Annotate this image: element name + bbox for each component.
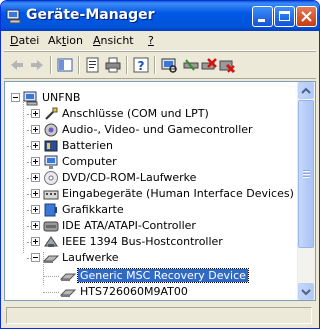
battery-icon <box>44 140 58 152</box>
title-bar[interactable]: Geräte-Manager <box>1 1 319 31</box>
ide-controller-icon <box>43 221 59 232</box>
maximize-icon <box>279 11 290 21</box>
scan-hardware-icon[interactable] <box>160 56 178 74</box>
device-manager-window: Geräte-Manager Datei Aktion Ansicht ? ? <box>0 0 320 329</box>
expand-toggle[interactable] <box>31 125 40 134</box>
tree-category-label: IEEE 1394 Bus-Hostcontroller <box>62 235 223 248</box>
speaker-icon <box>44 123 58 137</box>
help-icon[interactable]: ? <box>132 56 150 74</box>
toolbar-separator <box>78 56 79 74</box>
cdrom-icon <box>44 171 58 185</box>
tree-category-label: IDE ATA/ATAPI-Controller <box>62 219 196 232</box>
tree-root[interactable]: UNFNB <box>5 90 301 106</box>
tree-device-label: HTS726060M9AT00 <box>80 285 188 298</box>
collapse-toggle[interactable] <box>11 93 20 102</box>
close-button[interactable] <box>296 6 317 27</box>
update-driver-icon[interactable] <box>182 56 200 74</box>
tree-device-item[interactable]: HTS726060M9AT00 <box>5 284 301 300</box>
status-bar <box>4 304 316 326</box>
computer-icon <box>23 91 38 106</box>
properties-icon[interactable] <box>84 56 102 74</box>
tree-category-label: Anschlüsse (COM und LPT) <box>62 107 209 120</box>
tree-category-label: Eingabegeräte (Human Interface Devices) <box>62 187 294 200</box>
thumb-grip <box>303 173 310 174</box>
vertical-scrollbar[interactable] <box>297 82 315 300</box>
svg-text:?: ? <box>138 59 145 73</box>
toolbar-separator <box>50 56 51 74</box>
thumb-grip <box>303 176 310 177</box>
tree-category[interactable]: Batterien <box>5 138 301 154</box>
minimize-icon <box>258 19 265 22</box>
window-title: Geräte-Manager <box>26 7 155 23</box>
device-tree[interactable]: UNFNB Anschlüsse (COM und LPT) Audio-, V… <box>4 81 316 301</box>
expand-toggle[interactable] <box>31 141 40 150</box>
uninstall-icon[interactable] <box>200 56 218 74</box>
tree-category-expanded[interactable]: Laufwerke <box>5 250 301 266</box>
expand-toggle[interactable] <box>31 237 40 246</box>
tree-device-label-selected: Generic MSC Recovery Device <box>77 268 249 283</box>
expand-toggle[interactable] <box>31 173 40 182</box>
maximize-button[interactable] <box>274 6 295 27</box>
tree-category[interactable]: IEEE 1394 Bus-Hostcontroller <box>5 234 301 250</box>
scroll-thumb[interactable] <box>298 100 314 248</box>
menu-bar: Datei Aktion Ansicht ? <box>4 31 316 51</box>
tree-root-label: UNFNB <box>42 91 81 104</box>
collapse-toggle[interactable] <box>31 253 40 262</box>
tree-category-label: Computer <box>62 155 117 168</box>
tree-category[interactable]: Grafikkarte <box>5 202 301 218</box>
tree-category[interactable]: Anschlüsse (COM und LPT) <box>5 106 301 122</box>
device-manager-icon <box>6 9 21 24</box>
expand-toggle[interactable] <box>31 109 40 118</box>
print-icon[interactable] <box>104 56 122 74</box>
status-panel <box>6 307 312 324</box>
scroll-up-button[interactable] <box>298 82 314 99</box>
expand-toggle[interactable] <box>31 189 40 198</box>
chevron-down-icon <box>301 289 311 296</box>
expand-toggle[interactable] <box>31 157 40 166</box>
chevron-up-icon <box>301 87 311 94</box>
minimize-button[interactable] <box>252 6 273 27</box>
tree-category-label: Grafikkarte <box>62 203 124 216</box>
display-adapter-icon <box>44 203 57 217</box>
menu-help[interactable]: ? <box>148 34 154 47</box>
toolbar: ? <box>4 52 316 79</box>
expand-toggle[interactable] <box>31 221 40 230</box>
disk-drive-icon <box>60 289 76 297</box>
tree-connector <box>43 276 59 277</box>
toolbar-separator <box>154 56 155 74</box>
tree-device-item[interactable]: Generic MSC Recovery Device <box>5 268 301 284</box>
toolbar-separator <box>126 56 127 74</box>
tree-category[interactable]: DVD/CD-ROM-Laufwerke <box>5 170 301 186</box>
port-icon <box>45 107 58 120</box>
disable-device-icon[interactable] <box>218 56 236 74</box>
menu-aktion[interactable]: Aktion <box>48 34 83 47</box>
back-icon[interactable] <box>8 56 26 74</box>
hid-icon <box>43 190 59 200</box>
tree-category[interactable]: Eingabegeräte (Human Interface Devices) <box>5 186 301 202</box>
tree-category-label: Laufwerke <box>62 251 119 264</box>
thumb-grip <box>303 170 310 171</box>
scroll-down-button[interactable] <box>298 283 314 300</box>
menu-ansicht[interactable]: Ansicht <box>93 34 134 47</box>
expand-toggle[interactable] <box>31 205 40 214</box>
show-hide-tree-icon[interactable] <box>56 56 74 74</box>
tree-category[interactable]: Computer <box>5 154 301 170</box>
tree-category-label: Batterien <box>62 139 113 152</box>
tree-category[interactable]: Audio-, Video- und Gamecontroller <box>5 122 301 138</box>
close-icon <box>301 11 312 22</box>
tree-category[interactable]: IDE ATA/ATAPI-Controller <box>5 218 301 234</box>
tree-category-label: DVD/CD-ROM-Laufwerke <box>62 171 197 184</box>
computer-icon <box>44 155 58 169</box>
tree-connector <box>43 292 59 293</box>
menu-datei[interactable]: Datei <box>10 34 39 47</box>
disk-drive-icon <box>43 255 59 263</box>
tree-category-label: Audio-, Video- und Gamecontroller <box>62 123 253 136</box>
forward-icon[interactable] <box>28 56 46 74</box>
disk-drive-icon <box>60 273 76 281</box>
firewire-icon <box>44 236 58 247</box>
